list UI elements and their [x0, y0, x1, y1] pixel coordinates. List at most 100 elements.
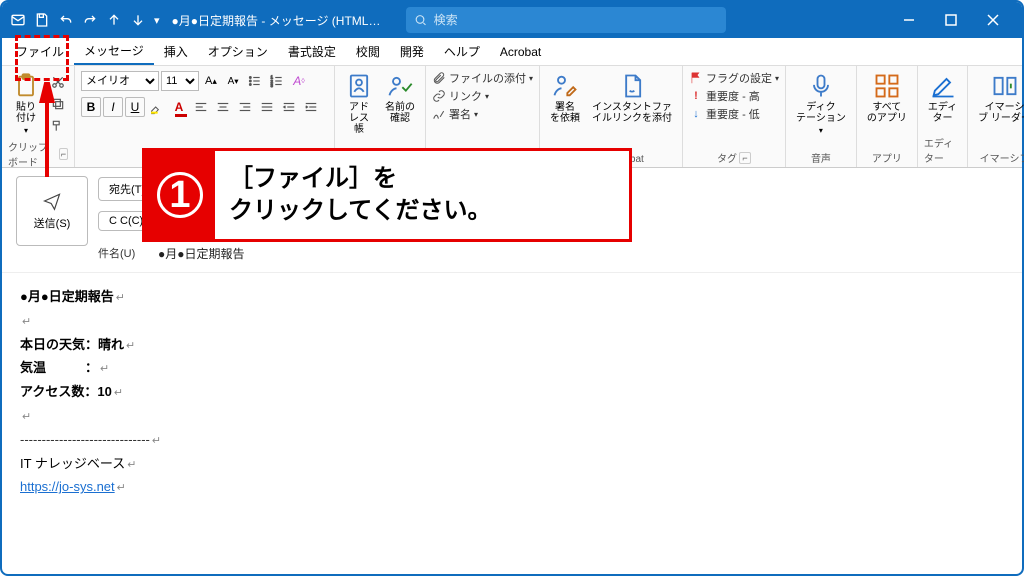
- file-link-icon: [618, 72, 646, 100]
- address-book-button[interactable]: アドレス帳: [341, 70, 377, 137]
- body-line-1: ●月●日定期報告: [20, 289, 114, 304]
- paperclip-icon: [432, 71, 446, 85]
- group-tags: フラグの設定▾ ! 重要度 - 高 ↓ 重要度 - 低 タグ⌐: [683, 66, 786, 167]
- up-icon[interactable]: [106, 12, 122, 28]
- font-name-select[interactable]: メイリオ: [81, 71, 159, 91]
- body-line-5: IT ナレッジベース: [20, 456, 125, 471]
- tab-acrobat[interactable]: Acrobat: [490, 41, 551, 63]
- down-icon[interactable]: [130, 12, 146, 28]
- all-apps-button[interactable]: すべて のアプリ: [863, 70, 911, 126]
- importance-high-button[interactable]: ! 重要度 - 高: [689, 88, 760, 104]
- close-button[interactable]: [972, 2, 1014, 38]
- send-icon: [39, 191, 65, 211]
- italic-button[interactable]: I: [103, 97, 123, 117]
- group-apps: すべて のアプリ アプリ: [857, 66, 918, 167]
- check-names-icon: [386, 72, 414, 100]
- tab-options[interactable]: オプション: [198, 39, 278, 64]
- ribbon-tabs: ファイル メッセージ 挿入 オプション 書式設定 校閲 開発 ヘルプ Acrob…: [2, 38, 1022, 66]
- body-line-2: 本日の天気：晴れ: [20, 337, 124, 352]
- save-icon[interactable]: [34, 12, 50, 28]
- arrow-down-icon: ↓: [689, 108, 703, 120]
- body-separator: ------------------------------: [20, 432, 150, 447]
- annotation-text-1: ［ファイル］を: [229, 163, 492, 195]
- immersive-reader-button[interactable]: イマーシ ブ リーダー: [974, 70, 1024, 126]
- message-body[interactable]: ●月●日定期報告↵ ↵ 本日の天気：晴れ↵ 気温 ：↵ アクセス数：10↵ ↵ …: [2, 273, 1022, 511]
- increase-font-button[interactable]: A▴: [201, 71, 221, 91]
- redo-icon[interactable]: [82, 12, 98, 28]
- annotation-text-2: クリックしてください。: [229, 195, 492, 227]
- tab-message[interactable]: メッセージ: [74, 38, 154, 65]
- flag-icon: [689, 71, 703, 85]
- body-line-4: アクセス数：10: [20, 384, 112, 399]
- tab-help[interactable]: ヘルプ: [434, 39, 490, 64]
- signature-icon: [432, 107, 446, 121]
- subject-label: 件名(U): [98, 245, 150, 261]
- window-controls: [888, 2, 1014, 38]
- underline-button[interactable]: U: [125, 97, 145, 117]
- chevron-down-icon: ▾: [819, 126, 823, 135]
- signature-button[interactable]: 署名▾: [432, 106, 478, 122]
- apps-grid-icon: [873, 72, 901, 100]
- group-editor: エディ ター エディター: [918, 66, 968, 167]
- annotation-arrow-icon: [32, 82, 62, 182]
- address-book-icon: [345, 72, 373, 100]
- tags-launcher[interactable]: ⌐: [739, 152, 751, 164]
- maximize-button[interactable]: [930, 2, 972, 38]
- tab-format[interactable]: 書式設定: [278, 39, 346, 64]
- group-voice: ディク テーション ▾ 音声: [786, 66, 857, 167]
- check-names-button[interactable]: 名前の 確認: [381, 70, 419, 126]
- group-immersive: イマーシ ブ リーダー イマーシブ: [968, 66, 1024, 167]
- link-icon: [432, 89, 446, 103]
- annotation-callout: 1 ［ファイル］を クリックしてください。: [142, 148, 632, 242]
- numbering-button[interactable]: 123: [267, 71, 287, 91]
- paragraph-mark-icon: ↵: [116, 292, 125, 304]
- importance-low-button[interactable]: ↓ 重要度 - 低: [689, 106, 760, 122]
- indent-decrease-button[interactable]: [279, 97, 299, 117]
- align-center-button[interactable]: [213, 97, 233, 117]
- body-line-3: 気温 ：: [20, 360, 98, 375]
- clear-format-button[interactable]: A◊: [289, 71, 309, 91]
- chevron-down-icon: ▾: [24, 126, 28, 135]
- body-link[interactable]: https://jo-sys.net: [20, 479, 115, 494]
- bullets-button[interactable]: [245, 71, 265, 91]
- font-size-select[interactable]: 11: [161, 71, 199, 91]
- decrease-font-button[interactable]: A▾: [223, 71, 243, 91]
- annotation-number: 1: [157, 172, 203, 218]
- person-pen-icon: [551, 72, 579, 100]
- minimize-button[interactable]: [888, 2, 930, 38]
- search-input[interactable]: [434, 13, 719, 27]
- tab-file[interactable]: ファイル: [6, 39, 74, 64]
- bold-button[interactable]: B: [81, 97, 101, 117]
- search-icon: [414, 13, 427, 27]
- send-button[interactable]: 送信(S): [16, 176, 88, 246]
- indent-increase-button[interactable]: [301, 97, 321, 117]
- dictate-button[interactable]: ディク テーション ▾: [792, 70, 850, 137]
- titlebar: ▾ ●月●日定期報告 - メッセージ (HTML…: [2, 2, 1022, 38]
- flag-button[interactable]: フラグの設定▾: [689, 70, 779, 86]
- highlight-button[interactable]: [147, 97, 167, 117]
- attach-file-button[interactable]: ファイルの添付▾: [432, 70, 533, 86]
- svg-text:3: 3: [271, 83, 274, 88]
- editor-button[interactable]: エディ ター: [924, 70, 961, 126]
- align-right-button[interactable]: [235, 97, 255, 117]
- attach-link-button[interactable]: リンク▾: [432, 88, 489, 104]
- qat-overflow-icon[interactable]: ▾: [154, 14, 160, 27]
- request-sign-button[interactable]: 署名 を依頼: [546, 70, 584, 126]
- font-color-button[interactable]: A: [169, 97, 189, 117]
- microphone-icon: [807, 72, 835, 100]
- book-speaker-icon: [991, 72, 1019, 100]
- search-box[interactable]: [406, 7, 726, 33]
- instant-link-button[interactable]: インスタントファ イルリンクを添付: [588, 70, 676, 126]
- paragraph-mark-icon: ↵: [22, 316, 31, 328]
- outlook-icon: [10, 12, 26, 28]
- subject-field[interactable]: ●月●日定期報告: [158, 245, 245, 262]
- window-title: ●月●日定期報告 - メッセージ (HTML…: [172, 12, 381, 29]
- undo-icon[interactable]: [58, 12, 74, 28]
- exclamation-icon: !: [689, 90, 703, 102]
- align-left-button[interactable]: [191, 97, 211, 117]
- justify-button[interactable]: [257, 97, 277, 117]
- tab-review[interactable]: 校閲: [346, 39, 390, 64]
- tab-insert[interactable]: 挿入: [154, 39, 198, 64]
- quick-access-toolbar: ▾: [10, 12, 160, 28]
- tab-developer[interactable]: 開発: [390, 39, 434, 64]
